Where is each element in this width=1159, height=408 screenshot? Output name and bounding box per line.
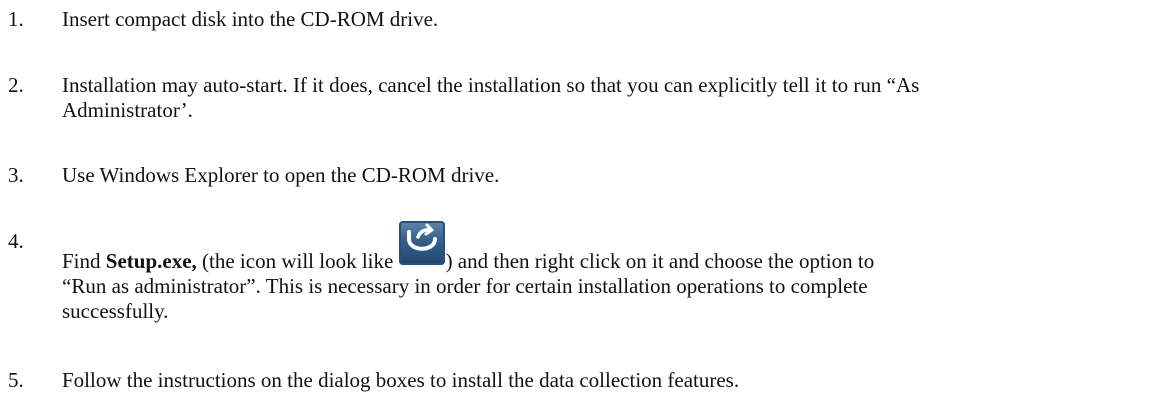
step-text: Follow the instructions on the dialog bo… [62, 368, 740, 392]
setup-exe-filename: Setup.exe, [105, 249, 197, 273]
step-number: 5. [8, 368, 24, 392]
step-text-segment: Find [62, 249, 106, 273]
step-text: Insert compact disk into the CD-ROM driv… [62, 7, 439, 31]
step-text-segment: (the icon will look like [196, 249, 399, 273]
step-text-line: successfully. [62, 299, 169, 323]
step-number: 3. [8, 163, 24, 187]
step-text-line: Administrator’. [62, 98, 193, 122]
step-text: Installation may auto-start. If it does,… [62, 73, 1155, 123]
step-text: Use Windows Explorer to open the CD-ROM … [62, 163, 500, 187]
setup-installer-icon [398, 221, 445, 265]
step-number: 4. [8, 229, 24, 253]
step-text-segment: ) and then right click on it and choose … [445, 249, 875, 273]
step-number: 1. [8, 7, 24, 31]
step-text: Find Setup.exe, (the icon will look like… [62, 221, 1155, 324]
step-number: 2. [8, 73, 24, 97]
step-text-line: “Run as administrator”. This is necessar… [62, 274, 868, 298]
step-text-line: Installation may auto-start. If it does,… [62, 73, 920, 97]
